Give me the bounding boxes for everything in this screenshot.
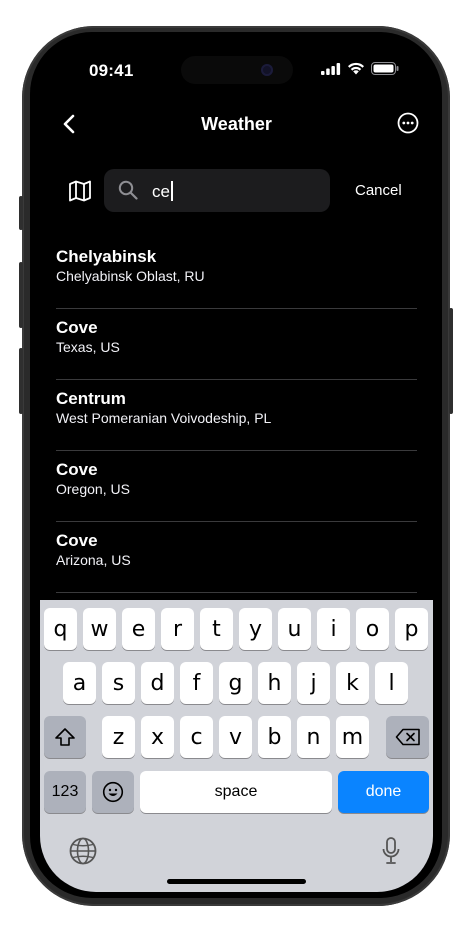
- wifi-icon: [348, 62, 364, 75]
- camera-lens: [261, 64, 273, 76]
- result-city: Cove: [56, 531, 98, 550]
- side-button: [449, 308, 453, 414]
- result-row[interactable]: Cove Texas, US: [56, 309, 417, 380]
- result-region: Arizona, US: [56, 552, 131, 568]
- result-region: West Pomeranian Voivodeship, PL: [56, 410, 272, 426]
- cancel-button[interactable]: Cancel: [355, 182, 402, 199]
- result-region: Chelyabinsk Oblast, RU: [56, 268, 205, 284]
- result-city: Chelyabinsk: [56, 247, 157, 266]
- volume-up-button: [19, 262, 23, 328]
- key-x[interactable]: x: [141, 716, 174, 758]
- result-row[interactable]: Cove Oregon, US: [56, 451, 417, 522]
- key-b[interactable]: b: [258, 716, 291, 758]
- key-a[interactable]: a: [63, 662, 96, 704]
- space-key[interactable]: space: [140, 771, 332, 813]
- page-title: Weather: [201, 114, 272, 134]
- key-p[interactable]: p: [395, 608, 428, 650]
- action-button: [19, 196, 23, 230]
- keyboard: q w e r t y u i o p a s d f g h j k l z …: [40, 600, 433, 892]
- result-region: Texas, US: [56, 339, 120, 355]
- key-z[interactable]: z: [102, 716, 135, 758]
- search-results-list: Chelyabinsk Chelyabinsk Oblast, RU Cove …: [56, 238, 417, 593]
- status-time: 09:41: [89, 61, 134, 80]
- key-g[interactable]: g: [219, 662, 252, 704]
- search-icon: [118, 180, 138, 200]
- result-city: Cove: [56, 460, 98, 479]
- result-row[interactable]: Centrum West Pomeranian Voivodeship, PL: [56, 380, 417, 451]
- key-t[interactable]: t: [200, 608, 233, 650]
- key-o[interactable]: o: [356, 608, 389, 650]
- map-icon[interactable]: [68, 179, 92, 203]
- key-h[interactable]: h: [258, 662, 291, 704]
- key-m[interactable]: m: [336, 716, 369, 758]
- result-row[interactable]: Chelyabinsk Chelyabinsk Oblast, RU: [56, 238, 417, 309]
- microphone-icon[interactable]: [380, 836, 402, 866]
- search-query: ce: [152, 182, 170, 201]
- key-y[interactable]: y: [239, 608, 272, 650]
- volume-down-button: [19, 348, 23, 414]
- key-u[interactable]: u: [278, 608, 311, 650]
- result-city: Centrum: [56, 389, 126, 408]
- status-bar: 09:41: [40, 40, 433, 94]
- key-f[interactable]: f: [180, 662, 213, 704]
- result-row[interactable]: Cove Arizona, US: [56, 522, 417, 593]
- status-icons: [321, 62, 399, 75]
- key-e[interactable]: e: [122, 608, 155, 650]
- cellular-signal-icon: [321, 62, 341, 75]
- shift-key[interactable]: [44, 716, 86, 758]
- key-c[interactable]: c: [180, 716, 213, 758]
- key-i[interactable]: i: [317, 608, 350, 650]
- search-input[interactable]: ce: [152, 181, 173, 202]
- result-region: Oregon, US: [56, 481, 130, 497]
- search-field[interactable]: ce: [104, 169, 330, 212]
- done-key[interactable]: done: [338, 771, 429, 813]
- key-w[interactable]: w: [83, 608, 116, 650]
- battery-icon: [371, 62, 399, 75]
- home-indicator[interactable]: [167, 879, 306, 884]
- key-d[interactable]: d: [141, 662, 174, 704]
- emoji-icon: [102, 781, 124, 803]
- numbers-key[interactable]: 123: [44, 771, 86, 813]
- emoji-key[interactable]: [92, 771, 134, 813]
- key-k[interactable]: k: [336, 662, 369, 704]
- key-l[interactable]: l: [375, 662, 408, 704]
- key-q[interactable]: q: [44, 608, 77, 650]
- shift-arrow-icon: [55, 728, 75, 746]
- key-n[interactable]: n: [297, 716, 330, 758]
- text-caret: [170, 181, 173, 201]
- navigation-bar: Weather: [40, 102, 433, 146]
- key-r[interactable]: r: [161, 608, 194, 650]
- delete-key[interactable]: [386, 716, 429, 758]
- screen: 09:41 Weather ce Cancel Chelyabinsk Chel…: [40, 40, 433, 892]
- backspace-icon: [395, 728, 420, 746]
- globe-icon[interactable]: [68, 836, 98, 866]
- key-s[interactable]: s: [102, 662, 135, 704]
- dynamic-island: [181, 56, 293, 84]
- result-city: Cove: [56, 318, 98, 337]
- more-options-icon[interactable]: [397, 112, 419, 134]
- key-j[interactable]: j: [297, 662, 330, 704]
- key-v[interactable]: v: [219, 716, 252, 758]
